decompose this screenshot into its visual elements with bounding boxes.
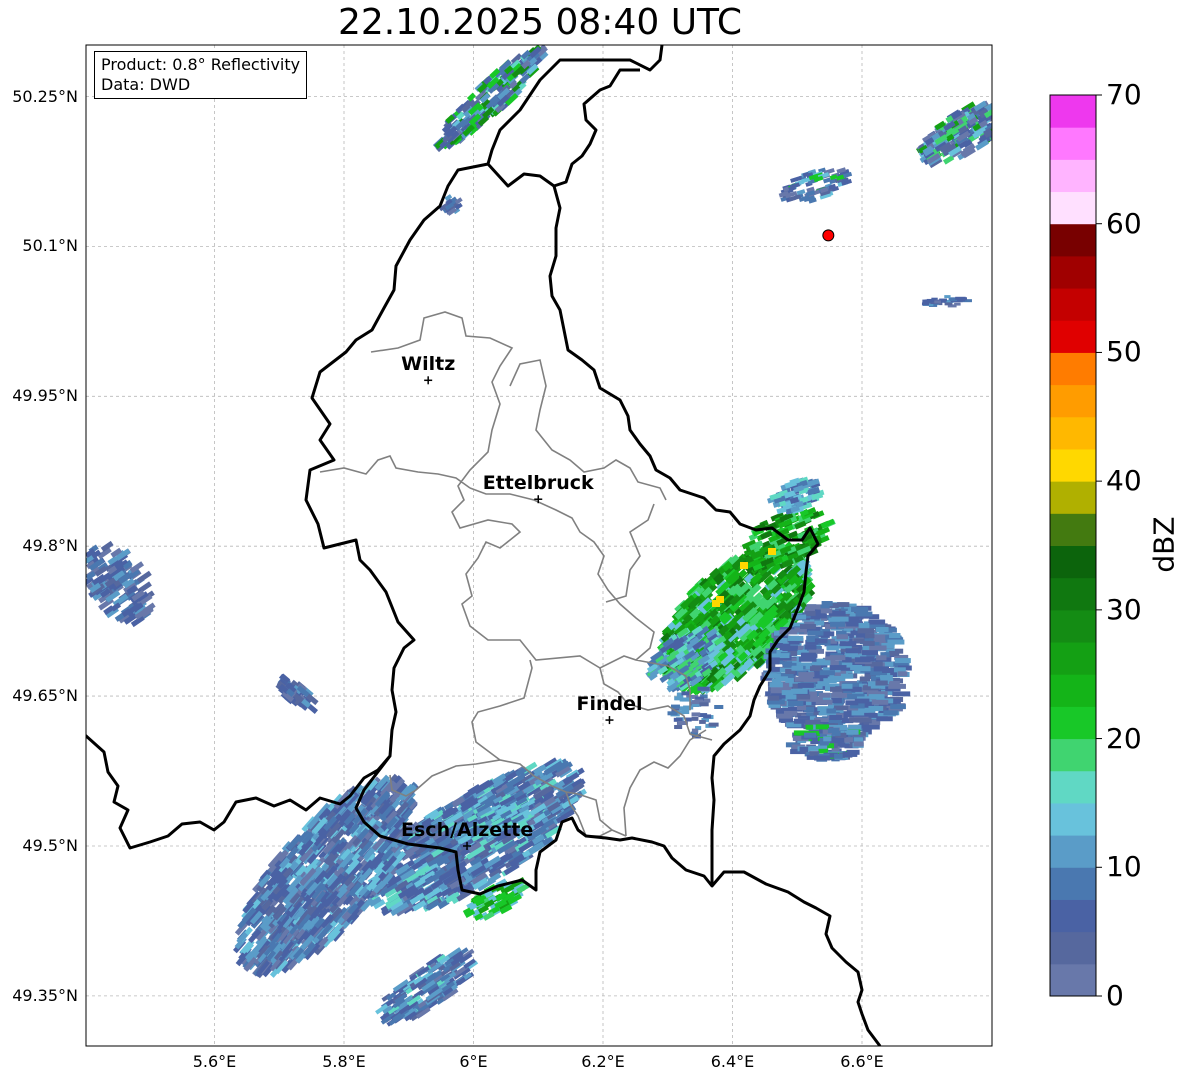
colorbar-tick-label: 20 [1106, 721, 1142, 755]
colorbar-segment [1050, 127, 1096, 160]
colorbar-tick-label: 70 [1106, 78, 1142, 111]
colorbar-segment [1050, 802, 1096, 836]
lat-tick-label: 50.25°N [12, 86, 78, 106]
lon-tick-label: 6.6°E [840, 1052, 884, 1071]
colorbar-segment [1050, 609, 1096, 643]
colorbar-tick-label: 50 [1106, 335, 1142, 369]
colorbar-segment [1050, 95, 1096, 128]
colorbar-tick-label: 0 [1106, 979, 1124, 1012]
lon-tick-label: 6.4°E [710, 1052, 755, 1071]
lon-tick-label: 5.6°E [192, 1052, 237, 1071]
colorbar-segment [1050, 867, 1096, 900]
colorbar-title: dBZ [1147, 516, 1181, 573]
lon-tick-label: 6°E [459, 1052, 488, 1071]
lat-tick-label: 49.95°N [12, 386, 78, 406]
colorbar-segment [1050, 738, 1096, 772]
colorbar-tick-label: 60 [1106, 206, 1142, 240]
colorbar-segment [1050, 191, 1096, 225]
city-marker [534, 495, 543, 504]
colorbar-segment [1050, 448, 1096, 482]
colorbar-segment [1050, 159, 1096, 193]
lat-tick-label: 49.5°N [22, 835, 78, 855]
colorbar-segment [1050, 899, 1096, 933]
colorbar-segment [1050, 352, 1096, 386]
canton-borders [319, 311, 713, 837]
colorbar-tick-label: 10 [1106, 850, 1142, 884]
colorbar-segment [1050, 642, 1096, 675]
city-label: Wiltz [401, 353, 456, 376]
colorbar-segment [1050, 706, 1096, 740]
lat-tick-label: 49.35°N [12, 985, 78, 1005]
lat-tick-label: 50.1°N [22, 236, 78, 256]
colorbar-tick-label: 30 [1106, 592, 1142, 626]
colorbar-segment [1050, 255, 1096, 289]
colorbar-segment [1050, 835, 1096, 868]
colorbar-segment [1050, 545, 1096, 579]
colorbar-segment [1050, 577, 1096, 611]
city-label: Findel [576, 693, 643, 716]
product-info-box: Product: 0.8° Reflectivity Data: DWD [94, 51, 308, 99]
lon-tick-label: 6.2°E [581, 1052, 625, 1071]
colorbar-segment [1050, 384, 1096, 418]
colorbar-segment [1050, 481, 1096, 514]
colorbar-segment [1050, 963, 1096, 997]
graticule [86, 45, 992, 1046]
radar-map [85, 44, 1102, 1047]
city-label: Esch/Alzette [401, 818, 534, 841]
colorbar-segment [1050, 674, 1096, 707]
colorbar-tick-label: 40 [1106, 464, 1142, 498]
colorbar [1049, 94, 1102, 997]
lon-tick-label: 5.8°E [322, 1052, 366, 1071]
lat-tick-label: 49.8°N [22, 536, 78, 556]
product-line: Product: 0.8° Reflectivity [101, 55, 301, 74]
colorbar-segment [1050, 931, 1096, 965]
map-title: 22.10.2025 08:40 UTC [337, 2, 743, 43]
colorbar-segment [1050, 223, 1096, 257]
city-marker [605, 716, 614, 725]
radar-site-marker [822, 229, 835, 242]
colorbar-segment [1050, 416, 1096, 450]
data-source-line: Data: DWD [101, 75, 191, 94]
colorbar-segment [1050, 770, 1096, 804]
colorbar-segment [1050, 288, 1096, 321]
city-marker [424, 376, 433, 385]
colorbar-segment [1050, 320, 1096, 353]
radar-echoes [86, 45, 992, 1027]
lat-tick-label: 49.65°N [12, 686, 78, 706]
city-label: Ettelbruck [482, 472, 594, 495]
colorbar-segment [1050, 513, 1096, 546]
